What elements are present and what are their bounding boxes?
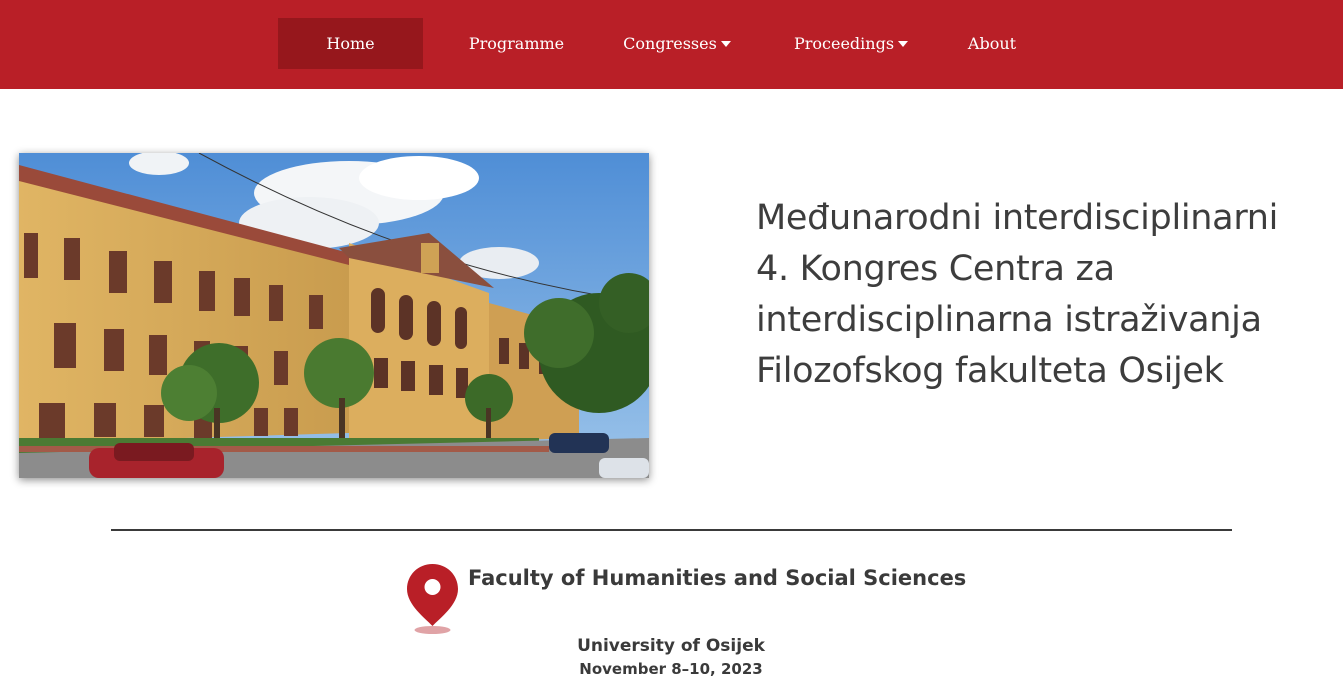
nav-home[interactable]: Home <box>278 18 423 69</box>
congress-dates: November 8–10, 2023 <box>579 660 763 678</box>
faculty-building-photo <box>19 153 649 478</box>
nav-proceedings[interactable]: Proceedings <box>779 18 923 69</box>
venue-name: Faculty of Humanities and Social Science… <box>468 566 967 590</box>
nav-about[interactable]: About <box>952 18 1032 69</box>
caret-down-icon <box>898 40 909 47</box>
section-divider <box>111 529 1232 531</box>
nav-about-label: About <box>967 34 1017 53</box>
location-pin-icon <box>407 564 458 634</box>
nav-proceedings-label: Proceedings <box>793 34 895 53</box>
building-photo-graphic <box>19 153 649 478</box>
top-navbar: Home Programme Congresses Proceedings Ab… <box>0 0 1343 89</box>
university-name: University of Osijek <box>577 636 765 656</box>
nav-programme-label: Programme <box>468 34 565 53</box>
nav-programme[interactable]: Programme <box>454 18 579 69</box>
nav-congresses-label: Congresses <box>623 34 717 53</box>
congress-title: Međunarodni interdisciplinarni 4. Kongre… <box>756 198 1279 391</box>
nav-home-label: Home <box>326 34 375 53</box>
nav-congresses[interactable]: Congresses <box>608 18 746 69</box>
caret-down-icon <box>720 40 731 47</box>
